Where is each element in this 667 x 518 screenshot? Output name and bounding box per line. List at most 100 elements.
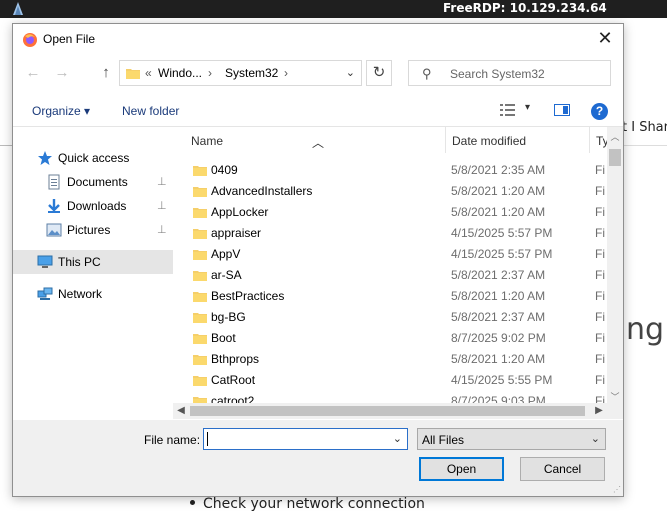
- dialog-title: Open File: [43, 32, 96, 46]
- sidebar-item-network[interactable]: Network: [13, 282, 173, 306]
- breadcrumb-separator-icon[interactable]: ›: [208, 66, 212, 80]
- up-arrow-icon[interactable]: ↑: [97, 64, 115, 82]
- file-date: 5/8/2021 1:20 AM: [451, 184, 546, 198]
- background-bullet: Check your network connection: [190, 496, 425, 512]
- table-row[interactable]: AdvancedInstallers 5/8/2021 1:20 AM Fi: [173, 181, 607, 202]
- scrollbar-thumb[interactable]: [609, 149, 621, 166]
- text-caret: [207, 432, 208, 446]
- dialog-titlebar[interactable]: Open File ✕: [13, 24, 623, 54]
- sidebar-item-label: Documents: [67, 175, 128, 189]
- sidebar-item-label: Network: [58, 287, 103, 301]
- table-row[interactable]: AppV 4/15/2025 5:57 PM Fi: [173, 244, 607, 265]
- table-row[interactable]: ar-SA 5/8/2021 2:37 AM Fi: [173, 265, 607, 286]
- file-type-value: All Files: [422, 433, 465, 447]
- refresh-button[interactable]: ↻: [366, 60, 392, 86]
- vertical-scrollbar[interactable]: ︿ ﹀: [607, 127, 623, 407]
- table-row[interactable]: BestPractices 5/8/2021 1:20 AM Fi: [173, 286, 607, 307]
- chevron-down-icon[interactable]: ⌄: [393, 432, 402, 445]
- organize-button[interactable]: Organize ▾: [32, 104, 90, 118]
- file-type: Fi: [595, 352, 605, 366]
- breadcrumb-windows[interactable]: Windo...: [158, 66, 202, 80]
- cancel-button[interactable]: Cancel: [520, 457, 605, 481]
- folder-icon: [193, 292, 207, 302]
- file-date: 5/8/2021 2:35 AM: [451, 163, 546, 177]
- file-name-field[interactable]: ⌄: [203, 428, 408, 450]
- table-row[interactable]: AppLocker 5/8/2021 1:20 AM Fi: [173, 202, 607, 223]
- file-date: 5/8/2021 2:37 AM: [451, 310, 546, 324]
- table-row[interactable]: CatRoot 4/15/2025 5:55 PM Fi: [173, 370, 607, 391]
- freerdp-logo-icon: [13, 2, 23, 15]
- file-type: Fi: [595, 331, 605, 345]
- search-icon: ⚲: [422, 66, 432, 81]
- chevron-down-icon[interactable]: ⌄: [591, 432, 600, 445]
- pin-icon[interactable]: ⊥: [157, 223, 167, 236]
- close-button[interactable]: ✕: [595, 28, 615, 48]
- file-name: CatRoot: [211, 373, 256, 387]
- breadcrumb-system32[interactable]: System32: [225, 66, 278, 80]
- view-dropdown-icon[interactable]: ▾: [525, 102, 530, 113]
- table-row[interactable]: bg-BG 5/8/2021 2:37 AM Fi: [173, 307, 607, 328]
- forward-arrow-icon[interactable]: →: [53, 64, 71, 82]
- chevron-down-icon[interactable]: ⌄: [346, 66, 355, 79]
- navigation-pane: Quick access Documents ⊥ Downloads ⊥ Pic…: [13, 127, 173, 414]
- open-file-dialog: Open File ✕ ← → ↑ « Windo... › System32 …: [12, 23, 624, 497]
- background-divider: [0, 145, 12, 146]
- rdp-titlebar: FreeRDP: 10.129.234.64: [0, 0, 667, 18]
- table-row[interactable]: Boot 8/7/2025 9:02 PM Fi: [173, 328, 607, 349]
- file-name: Bthprops: [211, 352, 260, 366]
- table-row[interactable]: Bthprops 5/8/2021 1:20 AM Fi: [173, 349, 607, 370]
- address-bar[interactable]: « Windo... › System32 › ⌄: [119, 60, 362, 86]
- folder-icon: [126, 69, 140, 79]
- search-input[interactable]: ⚲ Search System32: [408, 60, 611, 86]
- scrollbar-corner: [607, 403, 623, 419]
- resize-grip-icon[interactable]: ⋰: [613, 485, 621, 494]
- sidebar-item-label: Pictures: [67, 223, 111, 237]
- file-date: 5/8/2021 1:20 AM: [451, 352, 546, 366]
- file-type: Fi: [595, 205, 605, 219]
- folder-icon: [193, 271, 207, 281]
- command-bar: Organize ▾ New folder ▾ ?: [13, 96, 623, 126]
- folder-icon: [193, 355, 207, 365]
- table-row[interactable]: appraiser 4/15/2025 5:57 PM Fi: [173, 223, 607, 244]
- column-header-type[interactable]: Ty: [596, 134, 607, 148]
- scroll-left-icon[interactable]: ◀: [173, 403, 189, 419]
- preview-pane-icon[interactable]: [554, 104, 570, 116]
- scroll-up-icon[interactable]: ︿: [607, 129, 623, 145]
- file-name: bg-BG: [211, 310, 246, 324]
- background-share-text: t I Share: [622, 120, 667, 135]
- column-separator[interactable]: [445, 127, 446, 153]
- pin-icon[interactable]: ⊥: [157, 175, 167, 188]
- pc-icon: [37, 255, 53, 268]
- sidebar-item-this-pc[interactable]: This PC: [13, 250, 173, 274]
- back-arrow-icon[interactable]: ←: [24, 64, 42, 82]
- table-row[interactable]: 0409 5/8/2021 2:35 AM Fi: [173, 160, 607, 181]
- bullet-text: Check your network connection: [203, 496, 425, 512]
- sidebar-item-label: This PC: [58, 255, 101, 269]
- sidebar-item-documents[interactable]: Documents ⊥: [13, 170, 173, 194]
- help-icon[interactable]: ?: [591, 103, 608, 120]
- firefox-icon: [23, 33, 37, 47]
- scrollbar-thumb[interactable]: [190, 406, 585, 416]
- open-button[interactable]: Open: [419, 457, 504, 481]
- file-date: 4/15/2025 5:55 PM: [451, 373, 553, 387]
- view-options-icon[interactable]: [500, 103, 516, 117]
- folder-icon: [193, 166, 207, 176]
- folder-icon: [193, 208, 207, 218]
- sidebar-item-pictures[interactable]: Pictures ⊥: [13, 218, 173, 242]
- new-folder-button[interactable]: New folder: [122, 104, 179, 118]
- background-heading-fragment: ng: [626, 312, 665, 347]
- breadcrumb-separator-icon[interactable]: ›: [284, 66, 288, 80]
- column-separator[interactable]: [589, 127, 590, 153]
- breadcrumb-overflow-icon[interactable]: «: [145, 66, 152, 80]
- file-type-select[interactable]: All Files ⌄: [417, 428, 606, 450]
- column-header-date[interactable]: Date modified: [452, 134, 526, 148]
- pin-icon[interactable]: ⊥: [157, 199, 167, 212]
- column-header-name[interactable]: Name: [191, 134, 223, 148]
- file-name: 0409: [211, 163, 238, 177]
- horizontal-scrollbar[interactable]: ◀ ▶: [173, 403, 607, 419]
- sidebar-item-quick-access[interactable]: Quick access: [13, 146, 173, 170]
- scroll-right-icon[interactable]: ▶: [591, 403, 607, 419]
- folder-icon: [193, 187, 207, 197]
- star-icon: [38, 151, 52, 165]
- sidebar-item-downloads[interactable]: Downloads ⊥: [13, 194, 173, 218]
